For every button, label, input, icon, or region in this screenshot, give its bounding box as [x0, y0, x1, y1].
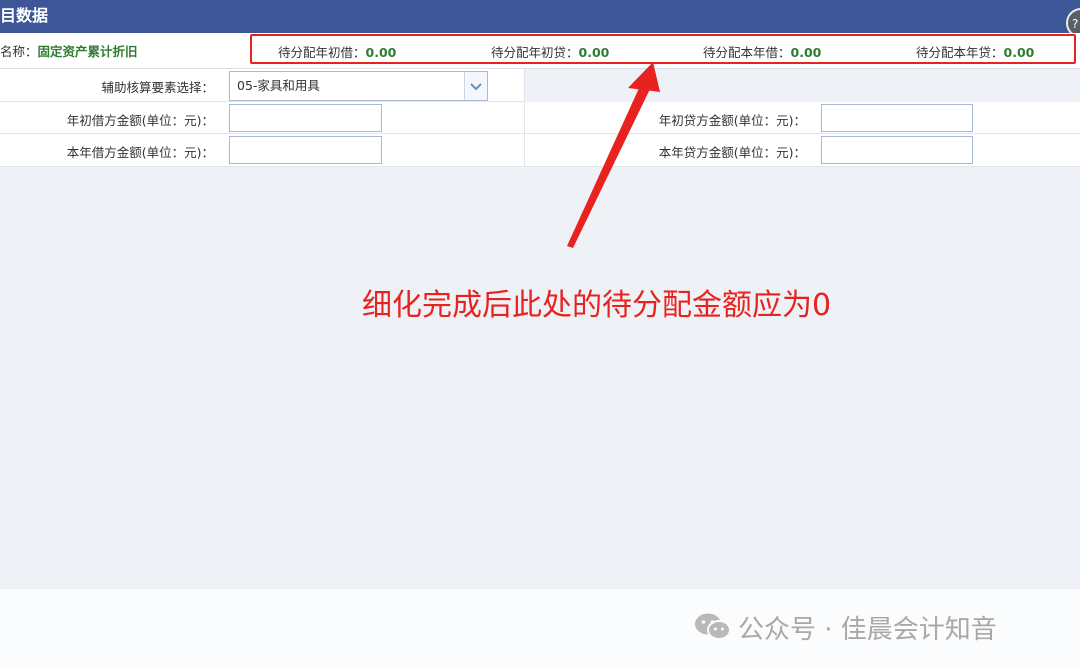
annotation-arrow — [567, 62, 660, 248]
annotation-text: 细化完成后此处的待分配金额应为0 — [362, 288, 832, 323]
wechat-icon — [694, 612, 732, 649]
watermark: 公众号 · 佳晨会计知音 — [694, 609, 997, 649]
watermark-text: 公众号 · 佳晨会计知音 — [738, 615, 997, 645]
